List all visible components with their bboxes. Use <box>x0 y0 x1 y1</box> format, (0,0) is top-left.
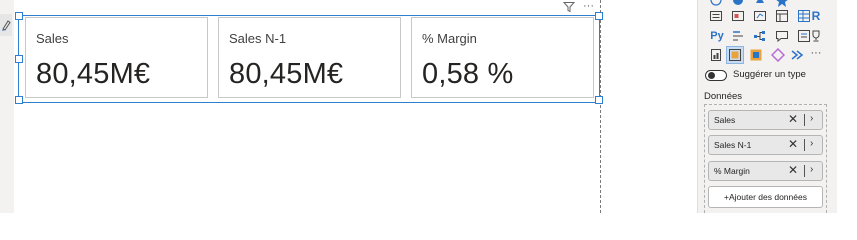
filter-icon[interactable] <box>562 0 576 13</box>
remove-field-icon[interactable]: ✕ <box>788 163 798 177</box>
remove-field-icon[interactable]: ✕ <box>788 112 798 126</box>
add-data-button[interactable]: +Ajouter des données <box>708 186 823 208</box>
custom-card-visual-icon[interactable] <box>726 46 744 64</box>
kpi-card-margin: % Margin 0,58 % <box>411 17 594 98</box>
card-label: Sales <box>36 31 69 46</box>
decomposition-tree-icon[interactable] <box>752 28 768 44</box>
field-pill-margin[interactable]: % Margin ✕ › <box>708 161 823 181</box>
card-label: Sales N-1 <box>229 31 287 46</box>
qa-visual-icon[interactable] <box>774 28 790 44</box>
kpi-visual-icon[interactable] <box>752 8 768 24</box>
format-painter-icon[interactable] <box>0 14 12 36</box>
field-name: Sales <box>714 115 736 125</box>
data-section-title: Données <box>704 91 743 102</box>
r-visual-label: R <box>811 9 821 23</box>
expand-field-icon[interactable]: › <box>810 113 813 124</box>
power-apps-icon[interactable] <box>748 47 764 63</box>
more-options-icon[interactable]: ··· <box>583 1 594 12</box>
card-label: % Margin <box>422 31 477 46</box>
power-automate-icon[interactable] <box>770 47 786 63</box>
card-visual-icon[interactable] <box>708 8 724 24</box>
suggest-type-label: Suggérer un type <box>733 69 806 80</box>
pill-divider <box>804 139 805 151</box>
azure-map-icon[interactable] <box>774 0 790 8</box>
kpi-card-sales: Sales 80,45M€ <box>25 17 208 98</box>
card-value: 80,45M€ <box>36 58 151 90</box>
python-visual-label: Py <box>710 30 724 42</box>
resize-handle-middle-left[interactable] <box>15 55 23 63</box>
card-value: 80,45M€ <box>229 58 344 90</box>
resize-handle-bottom-left[interactable] <box>15 96 23 104</box>
filled-map-icon[interactable] <box>730 0 746 8</box>
field-pill-sales[interactable]: Sales ✕ › <box>708 110 823 130</box>
visual-header: ··· <box>562 0 594 13</box>
field-name: Sales N-1 <box>714 140 752 150</box>
r-visual-icon[interactable]: R <box>808 8 824 24</box>
card-value: 0,58 % <box>422 58 514 90</box>
slicer-icon[interactable] <box>774 8 790 24</box>
field-name: % Margin <box>714 166 750 176</box>
goals-trophy-icon[interactable] <box>808 28 824 44</box>
map-visual-icon[interactable] <box>708 0 724 8</box>
kpi-card-sales-n-1: Sales N-1 80,45M€ <box>218 17 401 98</box>
more-visuals-label: ··· <box>810 47 822 59</box>
expand-field-icon[interactable]: › <box>810 164 813 175</box>
paginated-report-icon[interactable] <box>708 47 724 63</box>
multi-row-card-icon[interactable] <box>730 8 746 24</box>
report-canvas: ··· Sales 80,45M€ Sales N-1 80,45M€ % Ma… <box>0 0 857 213</box>
suggest-type-toggle[interactable] <box>705 70 727 81</box>
resize-handle-top-left[interactable] <box>15 12 23 20</box>
toggle-knob <box>708 72 715 79</box>
resize-handle-top-right[interactable] <box>595 12 603 20</box>
more-visuals-icon[interactable]: ··· <box>808 45 824 61</box>
pill-divider <box>804 165 805 177</box>
resize-handle-bottom-right[interactable] <box>595 96 603 104</box>
key-influencers-icon[interactable] <box>730 28 746 44</box>
pill-divider <box>804 114 805 126</box>
shape-map-icon[interactable] <box>752 0 768 8</box>
remove-field-icon[interactable]: ✕ <box>788 137 798 151</box>
chevron-flow-icon[interactable] <box>790 47 806 63</box>
left-gutter <box>0 0 14 213</box>
python-visual-icon[interactable]: Py <box>708 28 726 44</box>
page-boundary <box>600 0 601 213</box>
expand-field-icon[interactable]: › <box>810 138 813 149</box>
field-pill-sales-n-1[interactable]: Sales N-1 ✕ › <box>708 135 823 155</box>
